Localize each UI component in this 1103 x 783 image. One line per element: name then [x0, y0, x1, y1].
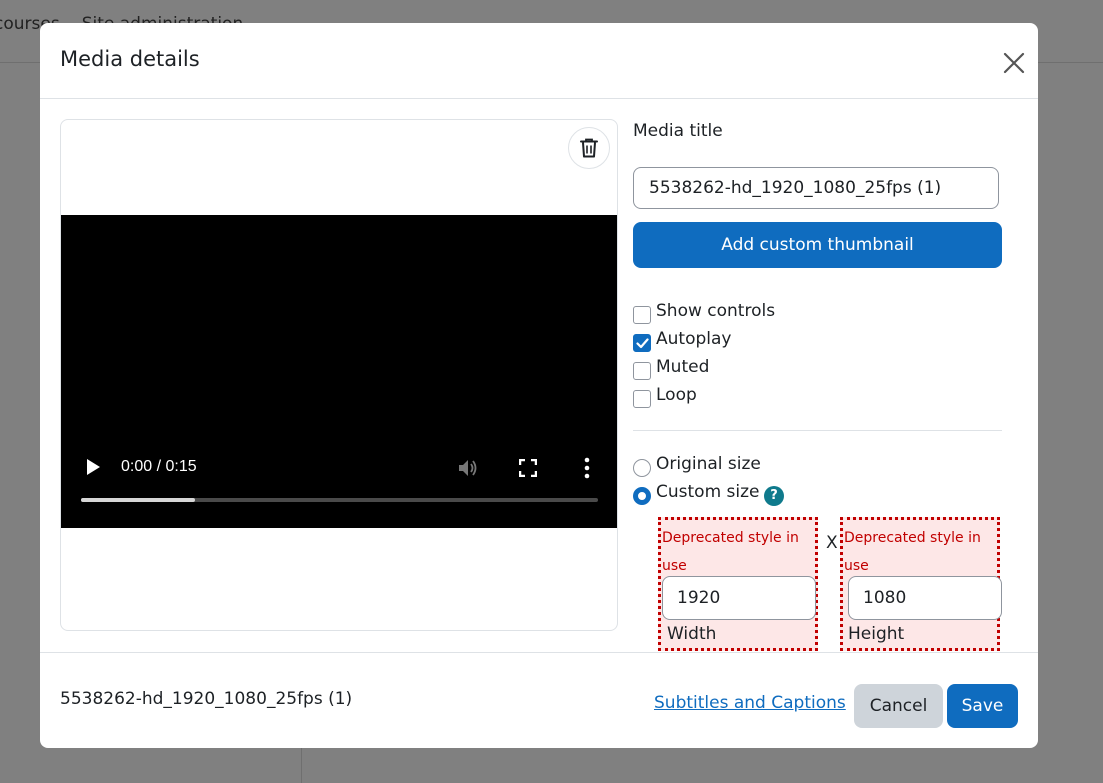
times-separator: X [826, 533, 838, 553]
deprecated-warning: Deprecated style in use [844, 530, 981, 574]
muted-checkbox[interactable] [633, 362, 651, 380]
save-button[interactable]: Save [947, 684, 1018, 728]
width-size-box: Deprecated style in use Width [658, 517, 818, 651]
autoplay-checkbox[interactable] [633, 334, 651, 352]
show-controls-label[interactable]: Show controls [656, 301, 775, 321]
video-player[interactable]: 0:00 / 0:15 [61, 215, 617, 528]
original-size-label[interactable]: Original size [656, 454, 761, 474]
help-icon[interactable]: ? [764, 486, 784, 506]
add-custom-thumbnail-button[interactable]: Add custom thumbnail [633, 222, 1002, 268]
volume-icon[interactable] [457, 457, 479, 479]
media-preview: 0:00 / 0:15 [60, 119, 618, 631]
original-size-radio[interactable] [633, 459, 651, 477]
trash-icon [580, 138, 598, 158]
modal-header: Media details [40, 23, 1038, 99]
loop-label[interactable]: Loop [656, 385, 697, 405]
deprecated-warning: Deprecated style in use [662, 530, 799, 574]
media-title-label: Media title [633, 121, 723, 141]
modal-title: Media details [60, 47, 200, 71]
loop-checkbox[interactable] [633, 390, 651, 408]
show-controls-checkbox[interactable] [633, 306, 651, 324]
delete-media-button[interactable] [568, 127, 610, 169]
play-icon[interactable] [85, 458, 101, 476]
close-icon [1003, 52, 1025, 74]
close-button[interactable] [998, 47, 1030, 79]
media-title-input[interactable] [633, 167, 999, 209]
muted-label[interactable]: Muted [656, 357, 709, 377]
subtitles-and-captions-link[interactable]: Subtitles and Captions [654, 693, 846, 713]
modal-footer: 5538262-hd_1920_1080_25fps (1) Subtitles… [40, 652, 1038, 748]
footer-filename: 5538262-hd_1920_1080_25fps (1) [60, 689, 353, 709]
video-time: 0:00 / 0:15 [121, 458, 197, 475]
video-progress-fill [81, 498, 195, 502]
fullscreen-icon[interactable] [519, 459, 537, 477]
height-label: Height [848, 624, 905, 644]
cancel-button[interactable]: Cancel [854, 684, 943, 728]
video-progress-track[interactable] [81, 498, 598, 502]
width-input[interactable] [662, 576, 816, 620]
custom-size-label[interactable]: Custom size [656, 482, 760, 502]
custom-size-radio[interactable] [633, 487, 651, 505]
height-input[interactable] [848, 576, 1002, 620]
autoplay-label[interactable]: Autoplay [656, 329, 731, 349]
media-details-dialog: Media details 0:00 / 0:15 Media title 55… [40, 23, 1038, 748]
more-vertical-icon[interactable] [582, 457, 592, 479]
height-size-box: Deprecated style in use Height [840, 517, 1002, 651]
check-icon [636, 338, 649, 349]
width-label: Width [667, 624, 717, 644]
modal-body: 0:00 / 0:15 Media title A [40, 99, 1038, 652]
settings-divider [633, 430, 1002, 431]
